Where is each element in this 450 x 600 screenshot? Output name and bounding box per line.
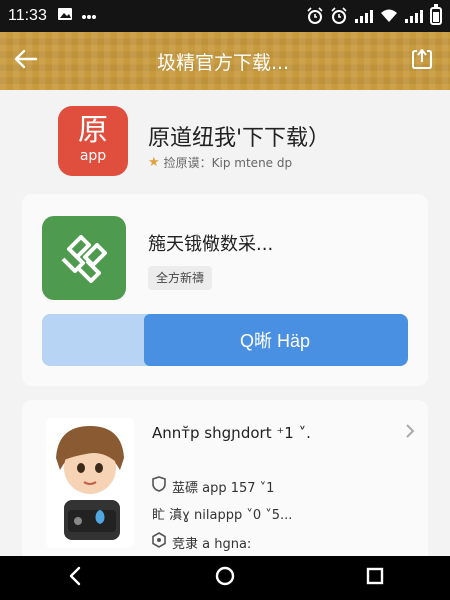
recents-square-icon: [365, 566, 385, 590]
navigation-bar: [0, 556, 450, 600]
status-left-icons: [57, 7, 97, 25]
user-name: Annт̆p shgɲdort ⁺1 ˅.: [152, 424, 311, 442]
app2-tag: 全方新禱: [148, 266, 213, 290]
info-row: 盳 滇ɣ nilappp ˅0 ˅5...: [152, 504, 292, 523]
download-card: 箷天锇儆数采... 全方新禱 Q晰 Häp: [22, 194, 428, 386]
signal-icon: [404, 9, 424, 23]
app-logo-char: 原: [78, 113, 108, 148]
status-bar: 11:33: [0, 0, 450, 32]
app-meta: ★ 捡原谟：Kip mtene dp: [148, 154, 292, 171]
download-button[interactable]: Q晰 Häp: [42, 314, 408, 366]
share-icon: [411, 48, 433, 74]
chevron-right-icon: [404, 422, 416, 444]
status-right-icons: [306, 4, 442, 25]
app-name: 原道纽我'下下载）: [148, 126, 331, 151]
user-card[interactable]: Annт̆p shgɲdort ⁺1 ˅. 莁磦 app 157 ˅1 盳 滇ɣ…: [22, 400, 428, 556]
status-time: 11:33: [8, 7, 47, 24]
info-row: 莁磦 app 157 ˅1: [152, 476, 274, 496]
more-dots-icon: [81, 9, 97, 24]
info-row-text: 竞隶 a hgna:: [172, 536, 252, 552]
nav-home-button[interactable]: [195, 556, 255, 600]
battery-icon: [430, 4, 442, 25]
nav-back-button[interactable]: [45, 556, 105, 600]
pattern-logo-icon: [61, 235, 107, 283]
app2-icon: [42, 216, 126, 300]
star-icon: ★: [148, 155, 160, 170]
app2-name: 箷天锇儆数采...: [148, 234, 274, 255]
app-logo: 原 app: [58, 106, 128, 176]
content-area[interactable]: 原 app 原道纽我'下下载） ★ 捡原谟：Kip mtene dp 箷天锇儆数…: [0, 90, 450, 556]
download-button-label: Q晰 Häp: [239, 331, 311, 351]
arrow-left-icon: [14, 49, 38, 73]
wifi-icon: [380, 9, 398, 23]
back-triangle-icon: [67, 566, 83, 590]
info-row-text: 莁磦 app 157 ˅1: [172, 480, 275, 496]
app-logo-sub: app: [79, 148, 107, 164]
title-bar: 圾精官方下载...: [0, 32, 450, 90]
alarm-icon: [306, 7, 324, 25]
hexagon-icon: [152, 532, 166, 552]
back-button[interactable]: [0, 32, 52, 90]
signal-icon: [354, 9, 374, 23]
page-title: 圾精官方下载...: [156, 51, 290, 74]
nav-recents-button[interactable]: [345, 556, 405, 600]
home-circle-icon: [214, 565, 236, 591]
shield-icon: [152, 476, 166, 496]
share-button[interactable]: [394, 32, 450, 90]
app-header: 原 app 原道纽我'下下载） ★ 捡原谟：Kip mtene dp: [0, 90, 450, 190]
app-meta-text: 捡原谟：Kip mtene dp: [163, 156, 293, 170]
info-row: 竞隶 a hgna:: [152, 532, 251, 552]
alarm-icon: [330, 7, 348, 25]
avatar: [46, 418, 134, 548]
image-icon: [57, 7, 73, 25]
info-row-text: 盳 滇ɣ nilappp ˅0 ˅5...: [152, 508, 293, 523]
